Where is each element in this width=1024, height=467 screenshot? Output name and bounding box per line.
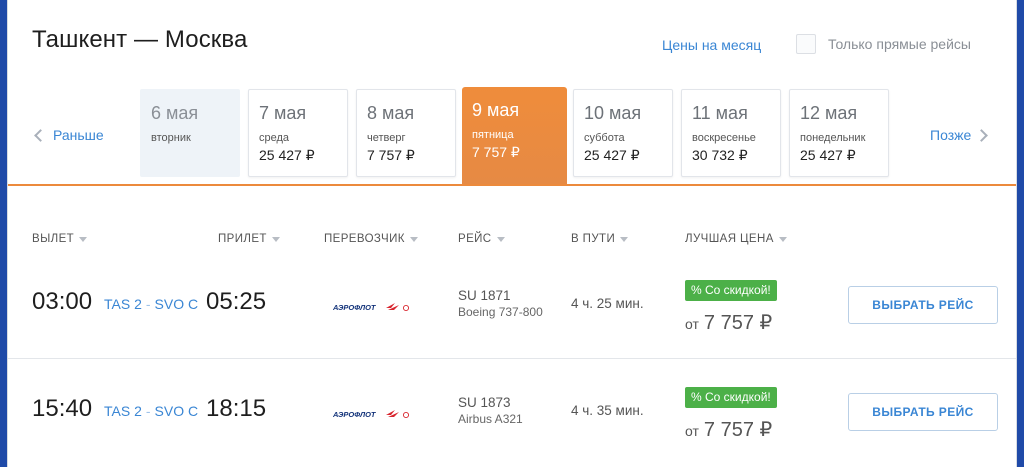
column-header-departure: ВЫЛЕТ [32, 233, 75, 245]
arrival-airport: SVO C [154, 296, 199, 312]
sort-caret-icon [620, 236, 629, 242]
departure-airport: TAS 2 [104, 296, 142, 312]
route-airports[interactable]: TAS 2- SVO C [104, 296, 198, 312]
date-tab-weekday: пятница [472, 129, 514, 141]
select-flight-button[interactable]: ВЫБРАТЬ РЕЙС [848, 286, 998, 324]
sort-departure[interactable]: ВЫЛЕТ [32, 233, 88, 245]
sort-caret-icon [778, 236, 787, 242]
route-airports[interactable]: TAS 2- SVO C [104, 403, 198, 419]
sort-carrier[interactable]: ПЕРЕВОЗЧИК [324, 233, 418, 245]
date-tab-price: 25 427 ₽ [259, 147, 315, 163]
date-tab-may-7[interactable]: 7 мая среда 25 427 ₽ [248, 89, 348, 177]
aircraft-type: Airbus A321 [458, 412, 523, 426]
date-tab-weekday: понедельник [800, 132, 866, 144]
direct-only-filter[interactable]: Только прямые рейсы [796, 34, 971, 54]
column-header-flight: РЕЙС [458, 233, 492, 245]
prev-dates-button[interactable]: Раньше [34, 127, 104, 143]
direct-only-checkbox[interactable] [796, 34, 816, 54]
date-tab-may-9-selected[interactable]: 9 мая пятница 7 757 ₽ [462, 87, 567, 185]
date-tab-date: 10 мая [584, 103, 642, 123]
aeroflot-logo-text: АЭРОФЛОТ [333, 303, 377, 312]
aircraft-type: Boeing 737-800 [458, 305, 543, 319]
chevron-left-icon [34, 128, 47, 142]
flight-duration: 4 ч. 35 мин. [571, 403, 644, 418]
price-amount: 7 757 ₽ [703, 419, 773, 441]
arrival-time: 05:25 [206, 288, 267, 315]
flight-number: SU 1871 [458, 288, 511, 303]
date-tab-date: 12 мая [800, 103, 858, 123]
sort-caret-icon [271, 236, 280, 242]
date-tab-price: 25 427 ₽ [800, 147, 856, 163]
arrival-airport: SVO C [154, 403, 199, 419]
column-header-best-price: ЛУЧШАЯ ЦЕНА [685, 233, 774, 245]
route-dash: - [145, 296, 151, 312]
next-dates-button[interactable]: Позже [930, 127, 989, 143]
date-tab-price: 25 427 ₽ [584, 147, 640, 163]
search-results-card: Ташкент — Москва Цены на месяц Только пр… [7, 0, 1017, 467]
price-prefix: от [685, 423, 699, 439]
sort-flight[interactable]: РЕЙС [458, 233, 505, 245]
price-prefix: от [685, 316, 699, 332]
discount-badge: % Со скидкой! [685, 280, 777, 301]
date-tab-price: 7 757 ₽ [367, 147, 415, 163]
row-divider [8, 358, 1016, 359]
column-header-duration: В ПУТИ [571, 233, 616, 245]
aeroflot-logo: АЭРОФЛОТ [333, 301, 411, 313]
date-tab-weekday: суббота [584, 132, 625, 144]
aeroflot-logo-text: АЭРОФЛОТ [333, 410, 377, 419]
date-tab-price: 7 757 ₽ [472, 144, 520, 160]
date-tab-weekday: четверг [367, 132, 406, 144]
departure-airport: TAS 2 [104, 403, 142, 419]
date-tab-date: 7 мая [259, 103, 307, 123]
sort-best-price[interactable]: ЛУЧШАЯ ЦЕНА [685, 233, 787, 245]
aeroflot-logo-graphic: АЭРОФЛОТ [333, 410, 410, 419]
best-price: от 7 757 ₽ [685, 417, 772, 442]
sort-caret-icon [409, 236, 418, 242]
date-tab-may-11[interactable]: 11 мая воскресенье 30 732 ₽ [681, 89, 781, 177]
select-flight-button[interactable]: ВЫБРАТЬ РЕЙС [848, 393, 998, 431]
flight-duration: 4 ч. 25 мин. [571, 296, 644, 311]
date-tab-date: 9 мая [472, 100, 520, 120]
flight-number: SU 1873 [458, 395, 511, 410]
date-tab-date: 11 мая [692, 103, 748, 123]
date-tab-may-6: 6 мая вторник [140, 89, 240, 177]
sort-arrival[interactable]: ПРИЛЕТ [218, 233, 280, 245]
column-header-carrier: ПЕРЕВОЗЧИК [324, 233, 405, 245]
next-dates-label: Позже [930, 127, 972, 143]
arrival-time: 18:15 [206, 395, 267, 422]
direct-only-label: Только прямые рейсы [828, 36, 971, 52]
price-amount: 7 757 ₽ [703, 312, 773, 334]
date-tab-weekday: вторник [151, 132, 191, 144]
date-tab-may-10[interactable]: 10 мая суббота 25 427 ₽ [573, 89, 673, 177]
departure-time: 03:00 [32, 288, 93, 315]
date-tab-weekday: среда [259, 132, 290, 144]
sort-caret-icon [79, 236, 88, 242]
date-tab-price: 30 732 ₽ [692, 147, 748, 163]
date-tab-date: 6 мая [151, 103, 199, 123]
date-tab-weekday: воскресенье [692, 132, 756, 144]
month-prices-link[interactable]: Цены на месяц [662, 37, 761, 53]
date-tab-date: 8 мая [367, 103, 415, 123]
aeroflot-logo: АЭРОФЛОТ [333, 408, 411, 420]
date-tab-may-12[interactable]: 12 мая понедельник 25 427 ₽ [789, 89, 889, 177]
date-tab-may-8[interactable]: 8 мая четверг 7 757 ₽ [356, 89, 456, 177]
sort-duration[interactable]: В ПУТИ [571, 233, 629, 245]
flight-row: 15:40 TAS 2- SVO C 18:15 АЭРОФЛОТ SU 1873… [8, 360, 1016, 460]
discount-badge: % Со скидкой! [685, 387, 777, 408]
departure-time: 15:40 [32, 395, 93, 422]
route-dash: - [145, 403, 151, 419]
selected-date-underline [8, 184, 1016, 186]
flight-row: 03:00 TAS 2- SVO C 05:25 АЭРОФЛОТ SU 1871… [8, 253, 1016, 353]
prev-dates-label: Раньше [53, 127, 104, 143]
column-header-arrival: ПРИЛЕТ [218, 233, 267, 245]
chevron-right-icon [975, 128, 989, 142]
best-price: от 7 757 ₽ [685, 310, 772, 335]
aeroflot-logo-graphic: АЭРОФЛОТ [333, 303, 410, 312]
route-title: Ташкент — Москва [32, 26, 248, 53]
sort-caret-icon [496, 236, 505, 242]
